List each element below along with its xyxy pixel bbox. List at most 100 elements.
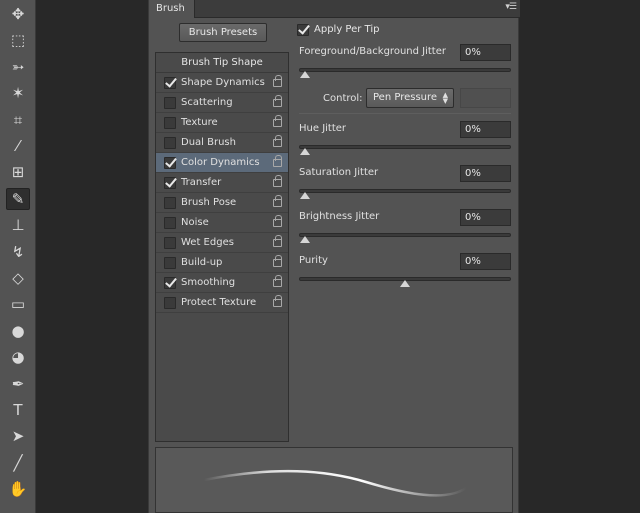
- saturation-jitter-field[interactable]: 0%: [460, 165, 511, 182]
- tools-toolbar: ✥ ⬚ ➳ ✶ ⌗ ⁄ ⊞ ✎ ⊥ ↯ ◇ ▭ ● ◕ ✒ T ➤ ╱ ✋: [0, 0, 36, 513]
- hand-tool-icon[interactable]: ✋: [6, 478, 30, 500]
- wet-edges-checkbox[interactable]: [164, 237, 176, 249]
- list-item-label: Build-up: [181, 257, 223, 268]
- lock-icon[interactable]: [273, 215, 282, 227]
- lock-icon[interactable]: [273, 75, 282, 87]
- list-item-build-up[interactable]: Build-up: [156, 253, 288, 273]
- list-item-texture[interactable]: Texture: [156, 113, 288, 133]
- brush-pose-checkbox[interactable]: [164, 197, 176, 209]
- fg-bg-jitter-slider[interactable]: [299, 68, 511, 78]
- list-item-label: Noise: [181, 217, 209, 228]
- brightness-jitter-thumb[interactable]: [300, 236, 310, 243]
- lock-icon[interactable]: [273, 135, 282, 147]
- list-item-scattering[interactable]: Scattering: [156, 93, 288, 113]
- list-item-color-dynamics[interactable]: Color Dynamics: [156, 153, 288, 173]
- brightness-jitter-field[interactable]: 0%: [460, 209, 511, 226]
- tab-brush[interactable]: Brush: [149, 0, 195, 18]
- list-item-smoothing[interactable]: Smoothing: [156, 273, 288, 293]
- lock-icon[interactable]: [273, 115, 282, 127]
- eraser-tool-icon[interactable]: ◇: [6, 267, 30, 289]
- gradient-tool-icon[interactable]: ▭: [6, 293, 30, 315]
- dodge-tool-icon[interactable]: ◕: [6, 346, 30, 368]
- saturation-jitter-slider[interactable]: [299, 189, 511, 199]
- list-item-brush-pose[interactable]: Brush Pose: [156, 193, 288, 213]
- fg-bg-jitter-thumb[interactable]: [300, 71, 310, 78]
- saturation-jitter-label: Saturation Jitter: [299, 167, 379, 178]
- crop-tool-icon[interactable]: ⌗: [6, 109, 30, 131]
- dual-brush-checkbox[interactable]: [164, 137, 176, 149]
- purity-field[interactable]: 0%: [460, 253, 511, 270]
- lock-icon[interactable]: [273, 155, 282, 167]
- clone-stamp-tool-icon[interactable]: ⊥: [6, 214, 30, 236]
- list-item-label: Wet Edges: [181, 237, 234, 248]
- build-up-checkbox[interactable]: [164, 257, 176, 269]
- lock-icon[interactable]: [273, 175, 282, 187]
- move-tool-icon[interactable]: ✥: [6, 3, 30, 25]
- brush-presets-button[interactable]: Brush Presets: [179, 23, 267, 42]
- noise-checkbox[interactable]: [164, 217, 176, 229]
- scattering-checkbox[interactable]: [164, 97, 176, 109]
- smoothing-checkbox[interactable]: [164, 277, 176, 289]
- list-item-label: Smoothing: [181, 277, 236, 288]
- list-item-wet-edges[interactable]: Wet Edges: [156, 233, 288, 253]
- list-item-dual-brush[interactable]: Dual Brush: [156, 133, 288, 153]
- brightness-jitter-label: Brightness Jitter: [299, 211, 380, 222]
- purity-thumb[interactable]: [400, 280, 410, 287]
- shape-dynamics-checkbox[interactable]: [164, 77, 176, 89]
- control-select[interactable]: Pen Pressure ▲ ▼: [366, 88, 454, 108]
- lock-icon[interactable]: [273, 295, 282, 307]
- fg-bg-jitter-label: Foreground/Background Jitter: [299, 46, 446, 57]
- healing-brush-tool-icon[interactable]: ⊞: [6, 161, 30, 183]
- fg-bg-jitter-field[interactable]: 0%: [460, 44, 511, 61]
- lock-icon[interactable]: [273, 235, 282, 247]
- control-label: Control:: [323, 93, 363, 104]
- apply-per-tip-checkbox[interactable]: [297, 24, 309, 36]
- hue-jitter-slider[interactable]: [299, 145, 511, 155]
- list-item-noise[interactable]: Noise: [156, 213, 288, 233]
- list-item-transfer[interactable]: Transfer: [156, 173, 288, 193]
- lock-icon[interactable]: [273, 255, 282, 267]
- select-arrows-icon: ▲ ▼: [442, 91, 448, 105]
- hue-jitter-label: Hue Jitter: [299, 123, 347, 134]
- type-tool-icon[interactable]: T: [6, 399, 30, 421]
- brightness-jitter-slider[interactable]: [299, 233, 511, 243]
- list-item-protect-texture[interactable]: Protect Texture: [156, 293, 288, 313]
- line-tool-icon[interactable]: ╱: [6, 452, 30, 474]
- transfer-checkbox[interactable]: [164, 177, 176, 189]
- list-item-label: Brush Pose: [181, 197, 237, 208]
- purity-slider[interactable]: [299, 277, 511, 287]
- brush-stroke-preview-graphic: [202, 469, 468, 497]
- history-brush-tool-icon[interactable]: ↯: [6, 241, 30, 263]
- list-item-label: Dual Brush: [181, 137, 236, 148]
- list-item-label: Texture: [181, 117, 218, 128]
- magic-wand-tool-icon[interactable]: ✶: [6, 82, 30, 104]
- lock-icon[interactable]: [273, 95, 282, 107]
- section-divider: [299, 113, 511, 114]
- color-dynamics-checkbox[interactable]: [164, 157, 176, 169]
- hue-jitter-thumb[interactable]: [300, 148, 310, 155]
- marquee-tool-icon[interactable]: ⬚: [6, 29, 30, 51]
- brush-settings-list: Brush Tip Shape Shape Dynamics Scattering…: [155, 52, 289, 442]
- pen-tool-icon[interactable]: ✒: [6, 373, 30, 395]
- control-disabled-field: [460, 88, 511, 108]
- list-item-shape-dynamics[interactable]: Shape Dynamics: [156, 73, 288, 93]
- list-item-label: Scattering: [181, 97, 233, 108]
- apply-per-tip-label: Apply Per Tip: [314, 24, 380, 35]
- lock-icon[interactable]: [273, 195, 282, 207]
- texture-checkbox[interactable]: [164, 117, 176, 129]
- list-item-label: Protect Texture: [181, 297, 257, 308]
- protect-texture-checkbox[interactable]: [164, 297, 176, 309]
- panel-menu-icon[interactable]: ▾☰: [505, 2, 517, 12]
- purity-label: Purity: [299, 255, 328, 266]
- panel-tab-bar: Brush ▾☰: [149, 0, 520, 18]
- lock-icon[interactable]: [273, 275, 282, 287]
- eyedropper-tool-icon[interactable]: ⁄: [6, 135, 30, 157]
- brush-tool-icon[interactable]: ✎: [6, 187, 30, 210]
- hue-jitter-field[interactable]: 0%: [460, 121, 511, 138]
- list-item-brush-tip-shape[interactable]: Brush Tip Shape: [156, 53, 288, 73]
- list-item-label: Color Dynamics: [181, 157, 260, 168]
- blur-tool-icon[interactable]: ●: [6, 320, 30, 342]
- lasso-tool-icon[interactable]: ➳: [6, 56, 30, 78]
- saturation-jitter-thumb[interactable]: [300, 192, 310, 199]
- path-selection-tool-icon[interactable]: ➤: [6, 425, 30, 447]
